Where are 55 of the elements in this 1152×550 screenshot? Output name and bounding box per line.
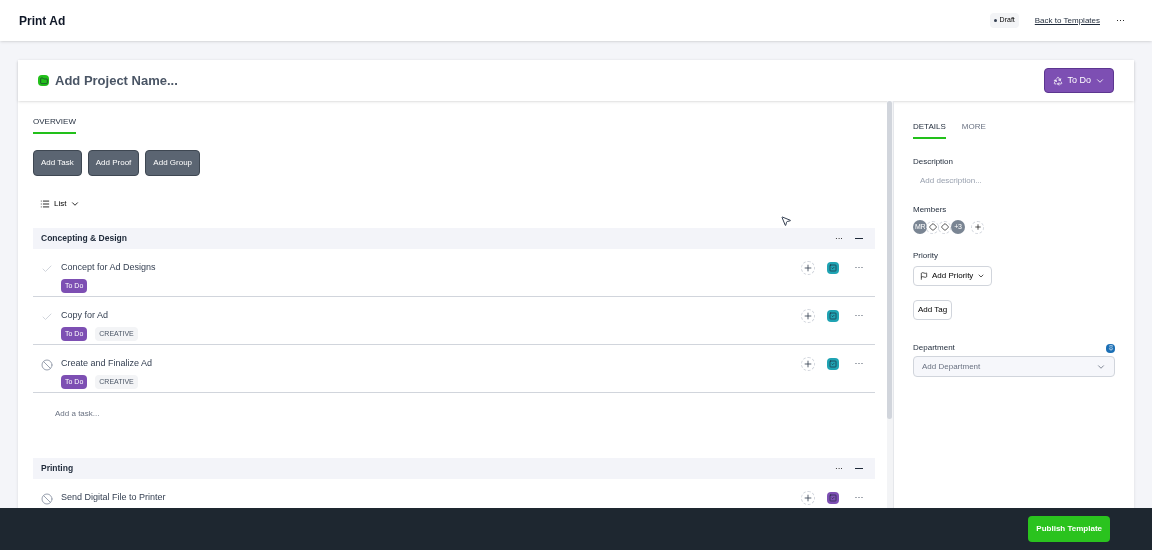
add-task-field[interactable]: Add a task... xyxy=(55,408,355,420)
flag-icon xyxy=(920,272,928,280)
more-button[interactable]: ··· xyxy=(835,462,843,475)
task-type-icon[interactable] xyxy=(827,262,839,274)
field-label: Department xyxy=(913,342,956,354)
folder-icon xyxy=(38,75,49,86)
blocked-icon[interactable] xyxy=(41,493,53,505)
action-button[interactable]: Add Group xyxy=(145,150,201,176)
add-tag-button[interactable]: Add Tag xyxy=(913,300,953,320)
task-title[interactable]: Send Digital File to Printer xyxy=(61,491,801,505)
back-link[interactable]: Back to Templates xyxy=(1034,14,1100,27)
task-type-icon[interactable] xyxy=(827,492,839,504)
tab[interactable]: MORE xyxy=(961,121,986,139)
more-button[interactable]: ··· xyxy=(835,232,843,245)
list-icon xyxy=(40,199,50,209)
task-type-icon[interactable] xyxy=(827,310,839,322)
priority-button[interactable]: Add Priority xyxy=(913,266,993,286)
field-label: Priority xyxy=(913,250,939,262)
recycle-icon xyxy=(1053,75,1064,86)
collapse-icon[interactable] xyxy=(855,237,863,240)
project-name[interactable]: Add Project Name... xyxy=(55,70,1045,91)
caret-icon xyxy=(977,272,986,280)
status-button[interactable]: To Do xyxy=(1044,67,1114,94)
check-icon[interactable] xyxy=(41,263,53,275)
group-name[interactable]: Printing xyxy=(41,462,835,475)
group-name[interactable]: Concepting & Design xyxy=(41,232,835,245)
task-title[interactable]: Concept for Ad Designs xyxy=(61,261,801,275)
task-title[interactable]: Create and Finalize Ad xyxy=(61,357,801,371)
view-selector[interactable]: List xyxy=(54,198,67,210)
check-icon[interactable] xyxy=(41,311,53,323)
more-button[interactable]: ··· xyxy=(851,357,867,371)
description-field[interactable]: Add description... xyxy=(920,175,1115,187)
page-title: Print Ad xyxy=(19,12,67,30)
more-button[interactable]: ··· xyxy=(1116,13,1125,28)
department-select[interactable]: Add Department xyxy=(913,356,1115,377)
empty-avatar[interactable] xyxy=(938,220,951,234)
plus-icon xyxy=(973,223,982,231)
field-label: Description xyxy=(913,156,954,168)
action-button[interactable]: Add Task xyxy=(33,150,82,176)
mouse-cursor-icon xyxy=(780,215,792,227)
scrollbar[interactable] xyxy=(887,101,892,419)
more-button[interactable]: ··· xyxy=(851,491,867,505)
field-label: Members xyxy=(913,204,948,216)
task-type-icon[interactable] xyxy=(827,358,839,370)
caret-icon[interactable] xyxy=(70,199,81,209)
more-button[interactable]: ··· xyxy=(851,261,867,275)
more-button[interactable]: ··· xyxy=(851,309,867,323)
task-title[interactable]: Copy for Ad xyxy=(61,309,801,323)
tab[interactable]: OVERVIEW xyxy=(33,116,76,134)
empty-avatar[interactable] xyxy=(926,220,939,234)
tab[interactable]: DETAILS xyxy=(913,121,946,139)
collapse-icon[interactable] xyxy=(855,467,863,470)
blocked-icon[interactable] xyxy=(41,359,53,371)
action-button[interactable]: Add Proof xyxy=(87,150,140,176)
pin-icon[interactable] xyxy=(1106,343,1115,353)
